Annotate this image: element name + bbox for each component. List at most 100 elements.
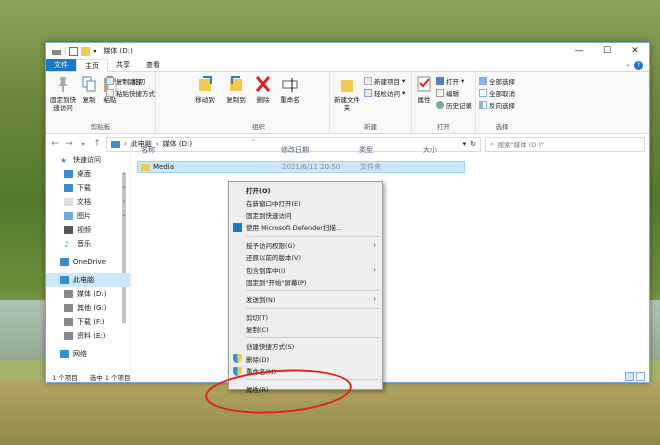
menu-item[interactable]: 授予访问权限(G) › bbox=[229, 239, 382, 251]
new-folder-quick-icon[interactable] bbox=[81, 46, 91, 56]
help-icon[interactable]: ? bbox=[634, 61, 643, 70]
menu-item[interactable]: 包含到库中(I) › bbox=[229, 263, 382, 275]
copy-path-button[interactable]: 复制路径 bbox=[106, 76, 155, 86]
column-name[interactable]: 名称 bbox=[141, 145, 155, 155]
menu-item[interactable]: 固定到快速访问 bbox=[229, 209, 382, 221]
sidebar-item[interactable]: ♪ 音乐 bbox=[46, 237, 130, 251]
sidebar-item[interactable]: 下载 (F:) bbox=[46, 315, 130, 329]
menu-separator bbox=[246, 290, 380, 292]
menu-item-label: 剪切(T) bbox=[246, 313, 269, 322]
sidebar-item[interactable]: 媒体 (D:) bbox=[46, 287, 130, 301]
menu-item[interactable]: 在新窗口中打开(E) bbox=[229, 196, 382, 208]
edit-button[interactable]: 编辑 bbox=[436, 88, 472, 98]
sidebar-item[interactable]: 其他 (G:) bbox=[46, 301, 130, 315]
tab-home[interactable]: 主页 bbox=[76, 59, 108, 72]
history-icon bbox=[436, 101, 444, 109]
column-type[interactable]: 类型 bbox=[359, 145, 373, 155]
invert-selection-button[interactable]: 反向选择 bbox=[479, 100, 515, 110]
properties-button[interactable]: 属性 bbox=[415, 74, 433, 123]
minimize-button[interactable]: — bbox=[565, 43, 593, 59]
ribbon-tabs: 文件 主页 共享 查看 ⌄ ? bbox=[46, 59, 649, 72]
menu-item[interactable]: 删除(D) bbox=[229, 353, 382, 365]
move-to-button[interactable]: 移动到 bbox=[191, 74, 219, 123]
menu-separator bbox=[246, 235, 380, 237]
sidebar-item-label: 网络 bbox=[73, 350, 87, 358]
sidebar-item[interactable]: 视频 bbox=[46, 223, 130, 237]
copy-to-icon bbox=[230, 76, 242, 91]
organize-group-label: 组织 bbox=[252, 123, 265, 131]
sidebar-item[interactable]: 资料 (E:) bbox=[46, 329, 130, 343]
sidebar-item[interactable]: 图片 ✦ bbox=[46, 209, 130, 223]
new-folder-button[interactable]: 新建文件夹 bbox=[333, 74, 361, 123]
select-all-button[interactable]: 全部选择 bbox=[479, 76, 515, 86]
rename-button[interactable]: 重命名 bbox=[276, 74, 304, 123]
pin-icon bbox=[58, 77, 68, 92]
properties-quick-icon[interactable] bbox=[69, 46, 79, 56]
menu-item[interactable]: 使用 Microsoft Defender扫描... bbox=[229, 221, 382, 233]
sidebar-item-label: OneDrive bbox=[73, 258, 106, 266]
delete-button[interactable]: 删除 bbox=[253, 74, 273, 123]
menu-item-label: 固定到"开始"屏幕(P) bbox=[246, 278, 307, 287]
column-modified[interactable]: 修改日期 bbox=[281, 145, 309, 155]
drive-icon bbox=[64, 290, 73, 298]
invert-selection-icon bbox=[479, 101, 487, 109]
menu-item[interactable]: 固定到"开始"屏幕(P) bbox=[229, 276, 382, 288]
copy-path-icon bbox=[106, 77, 114, 85]
rename-icon bbox=[282, 78, 298, 92]
sidebar-item[interactable]: 网络 bbox=[46, 347, 130, 361]
desktop-icon bbox=[64, 170, 73, 178]
new-item-button[interactable]: 新建项目 ▾ bbox=[364, 76, 405, 86]
copy-to-button[interactable]: 复制到 bbox=[222, 74, 250, 123]
sidebar-item-label: 图片 bbox=[77, 212, 91, 220]
open-group-label: 打开 bbox=[437, 123, 450, 131]
menu-item[interactable]: 复制(C) bbox=[229, 323, 382, 335]
menu-item[interactable]: 发送到(N) › bbox=[229, 293, 382, 305]
pinned-icon: ✦ bbox=[121, 199, 126, 205]
menu-item[interactable]: 剪切(T) bbox=[229, 311, 382, 323]
copy-icon bbox=[82, 76, 96, 92]
sidebar-item[interactable]: 桌面 ✦ bbox=[46, 167, 130, 181]
ribbon-collapse-icon[interactable]: ⌄ bbox=[625, 60, 631, 68]
quick-access-dropdown-icon[interactable]: ▾ bbox=[93, 48, 96, 55]
close-button[interactable]: ✕ bbox=[621, 43, 649, 59]
menu-item[interactable]: 还原以前的版本(V) bbox=[229, 251, 382, 263]
sidebar-item[interactable]: ★ 快速访问 bbox=[46, 153, 130, 167]
defender-icon bbox=[233, 222, 242, 232]
tab-file[interactable]: 文件 bbox=[46, 59, 76, 71]
new-item-icon bbox=[364, 77, 372, 85]
details-view-button[interactable] bbox=[625, 372, 634, 381]
sidebar-item-label: 下载 bbox=[77, 184, 91, 192]
sidebar-item[interactable]: 此电脑 bbox=[46, 273, 130, 287]
menu-item[interactable]: 创建快捷方式(S) bbox=[229, 340, 382, 352]
sidebar-item[interactable]: 下载 ✦ bbox=[46, 181, 130, 195]
column-size[interactable]: 大小 bbox=[423, 145, 437, 155]
sidebar-item[interactable]: OneDrive bbox=[46, 255, 130, 269]
context-menu: 打开(O) 在新窗口中打开(E) 固定到快速访问 使用 Microsoft Defen… bbox=[228, 181, 383, 394]
history-button[interactable]: 历史记录 bbox=[436, 100, 472, 110]
network-icon bbox=[60, 350, 69, 358]
tab-view[interactable]: 查看 bbox=[138, 59, 168, 71]
video-icon bbox=[64, 226, 73, 234]
drive-small-icon bbox=[52, 49, 61, 55]
easy-access-button[interactable]: 轻松访问 ▾ bbox=[364, 88, 405, 98]
file-row-media[interactable]: Media 2021/6/11 20:50 文件夹 bbox=[137, 161, 465, 173]
sidebar-item-label: 桌面 bbox=[77, 170, 91, 178]
menu-item[interactable]: 打开(O) bbox=[229, 184, 382, 196]
sidebar-item-label: 资料 (E:) bbox=[77, 332, 106, 340]
pin-quick-access-button[interactable]: 固定到快速访问 bbox=[49, 74, 77, 123]
sidebar-item-label: 此电脑 bbox=[73, 276, 94, 284]
menu-item-label: 发送到(N) bbox=[246, 296, 276, 305]
menu-item-label: 在新窗口中打开(E) bbox=[246, 199, 301, 208]
maximize-button[interactable]: ☐ bbox=[593, 43, 621, 59]
select-none-button[interactable]: 全部取消 bbox=[479, 88, 515, 98]
ribbon: 固定到快速访问 复制 粘贴 ✂ 剪切 剪贴板 复制路径 粘贴快捷方式 移动到 复… bbox=[46, 72, 649, 134]
open-button[interactable]: 打开 ▾ bbox=[436, 76, 472, 86]
menu-item-label: 还原以前的版本(V) bbox=[246, 254, 302, 263]
tab-share[interactable]: 共享 bbox=[108, 59, 138, 71]
title-bar: | ▾ 媒体 (D:) — ☐ ✕ bbox=[46, 43, 649, 59]
cloud-icon bbox=[60, 258, 69, 266]
sidebar-item[interactable]: 文档 ✦ bbox=[46, 195, 130, 209]
paste-shortcut-button[interactable]: 粘贴快捷方式 bbox=[106, 88, 155, 98]
large-icons-view-button[interactable] bbox=[636, 372, 645, 381]
copy-button[interactable]: 复制 bbox=[80, 74, 98, 123]
